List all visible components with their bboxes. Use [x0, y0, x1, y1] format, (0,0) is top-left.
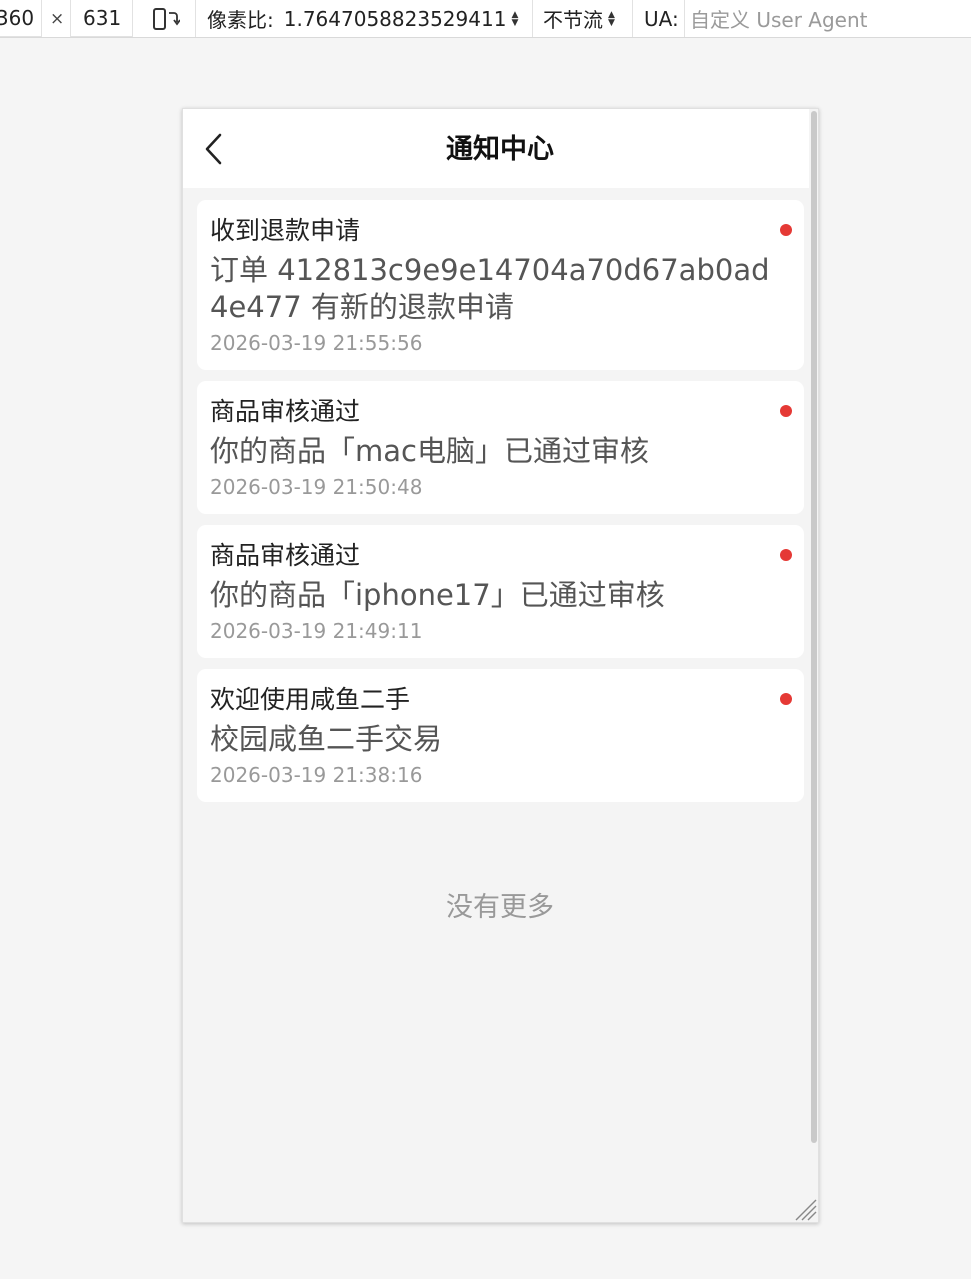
ua-input[interactable]: 自定义 User Agent [684, 0, 971, 37]
page-title: 通知中心 [446, 134, 554, 165]
unread-dot-icon [780, 693, 792, 705]
throttle-select[interactable]: 不节流 ▲ ▼ [543, 0, 615, 37]
unread-dot-icon [780, 549, 792, 561]
notification-time: 2026-03-19 21:49:11 [210, 619, 423, 643]
times-sign: × [50, 8, 65, 29]
notification-title: 收到退款申请 [210, 216, 361, 245]
unread-dot-icon [780, 224, 792, 236]
nav-bar: 通知中心 [183, 109, 809, 188]
notification-title: 商品审核通过 [210, 397, 361, 426]
notification-card[interactable]: 收到退款申请订单 412813c9e9e14704a70d67ab0ad4e47… [197, 200, 804, 370]
width-value: 360 [0, 6, 35, 30]
notification-body: 校园咸鱼二手交易 [210, 722, 443, 756]
notification-card[interactable]: 商品审核通过你的商品「iphone17」已通过审核 2026-03-19 21:4… [197, 525, 804, 658]
notification-body: 你的商品「iphone17」已通过审核 [210, 578, 665, 612]
width-input[interactable]: 360 [0, 0, 42, 37]
resize-handle-icon[interactable] [794, 1198, 818, 1222]
height-value: 631 [83, 6, 122, 30]
toolbar-divider [632, 0, 633, 37]
notification-card[interactable]: 商品审核通过你的商品「mac电脑」已通过审核 2026-03-19 21:50:4… [197, 381, 804, 514]
rotate-device-icon [153, 7, 180, 30]
throttle-value: 不节流 [543, 8, 603, 32]
height-input[interactable]: 631 [70, 0, 133, 37]
device-toolbar: 360 × 631 像素比: 1.7647058823529411 ▲ ▼ 不节流… [0, 0, 971, 38]
no-more-text: 没有更多 [446, 892, 554, 923]
dpr-label: 像素比: [207, 8, 274, 32]
ua-placeholder: 自定义 User Agent [690, 8, 868, 32]
toolbar-divider [195, 0, 196, 37]
toolbar-divider [532, 0, 533, 37]
throttle-updown-icon: ▲ ▼ [608, 9, 615, 28]
device-viewport: 通知中心 收到退款申请订单 412813c9e9e14704a70d67ab0a… [182, 108, 819, 1223]
notification-body: 订单 412813c9e9e14704a70d67ab0ad4e477 有新的退… [210, 253, 770, 324]
chevron-left-icon[interactable] [203, 133, 225, 165]
notification-title: 商品审核通过 [210, 541, 361, 570]
notification-time: 2026-03-19 21:38:16 [210, 763, 423, 787]
notification-list: 收到退款申请订单 412813c9e9e14704a70d67ab0ad4e47… [197, 200, 804, 813]
rotate-device-button[interactable] [150, 0, 182, 37]
scrollbar[interactable] [811, 111, 817, 1143]
dpr-value: 1.7647058823529411 [283, 6, 507, 31]
notification-body: 你的商品「mac电脑」已通过审核 [210, 434, 649, 468]
ua-label: UA: [644, 6, 679, 31]
unread-dot-icon [780, 405, 792, 417]
notification-card[interactable]: 欢迎使用咸鱼二手校园咸鱼二手交易 2026-03-19 21:38:16 [197, 669, 804, 802]
notification-title: 欢迎使用咸鱼二手 [210, 685, 411, 714]
dpr-select[interactable]: 像素比: 1.7647058823529411 ▲ ▼ [207, 0, 518, 37]
notification-time: 2026-03-19 21:55:56 [210, 331, 423, 355]
notification-time: 2026-03-19 21:50:48 [210, 475, 423, 499]
dpr-updown-icon: ▲ ▼ [511, 9, 519, 28]
